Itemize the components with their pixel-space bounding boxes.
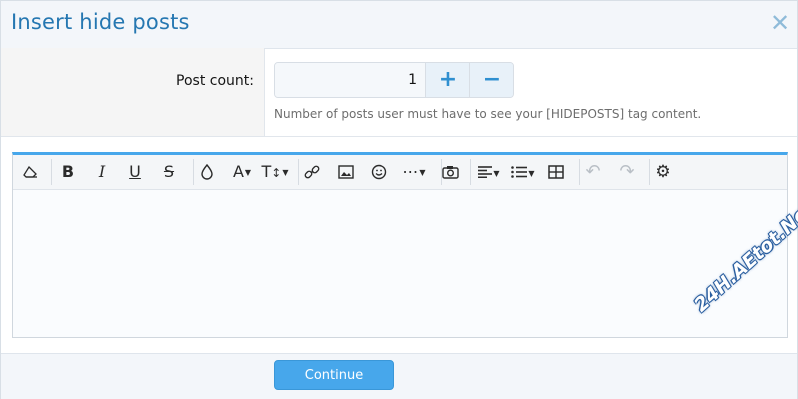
remove-format-icon[interactable] [19,160,43,184]
toolbar-separator [470,159,471,185]
underline-icon[interactable]: U [124,160,146,184]
table-icon[interactable] [545,160,567,184]
decrement-button[interactable]: − [469,63,513,97]
font-family-icon[interactable]: A▼ [227,160,257,184]
insert-hide-posts-dialog: Insert hide posts ✕ Post count: + − Numb… [0,0,798,399]
bold-icon[interactable]: B [57,160,79,184]
media-icon[interactable] [439,160,461,184]
post-count-label: Post count: [176,73,254,89]
dialog-title: Insert hide posts [11,10,190,34]
more-options-icon[interactable]: ⋯▼ [399,160,429,184]
toolbar-separator [579,159,580,185]
settings-icon[interactable]: ⚙ [652,160,674,184]
post-count-row: Post count: + − Number of posts user mus… [1,48,797,137]
label-column: Post count: [1,48,265,136]
close-icon[interactable]: ✕ [769,11,791,35]
strikethrough-icon[interactable]: S [158,160,180,184]
dialog-footer: Continue [1,353,797,399]
insert-link-icon[interactable] [301,160,323,184]
toolbar-separator [298,159,299,185]
rich-text-editor: B I U S A▼ T↕▼ ⋯▼ ▼ ▼ ↶ ↷ ⚙ [12,152,788,338]
post-count-stepper: + − [274,62,514,98]
increment-button[interactable]: + [425,63,470,97]
continue-button[interactable]: Continue [274,360,394,390]
toolbar-separator [649,159,650,185]
text-color-icon[interactable] [196,160,218,184]
post-count-input[interactable] [275,63,425,97]
list-icon[interactable]: ▼ [508,160,538,184]
editor-content-area[interactable] [13,190,787,338]
insert-image-icon[interactable] [335,160,357,184]
dialog-header: Insert hide posts ✕ [1,1,797,49]
italic-icon[interactable]: I [91,160,113,184]
undo-icon[interactable]: ↶ [582,160,604,184]
font-size-icon[interactable]: T↕▼ [259,160,291,184]
post-count-hint: Number of posts user must have to see yo… [274,107,702,121]
toolbar-separator [193,159,194,185]
editor-toolbar: B I U S A▼ T↕▼ ⋯▼ ▼ ▼ ↶ ↷ ⚙ [13,155,787,190]
align-icon[interactable]: ▼ [474,160,504,184]
toolbar-separator [51,159,52,185]
redo-icon[interactable]: ↷ [616,160,638,184]
smilies-icon[interactable] [368,160,390,184]
